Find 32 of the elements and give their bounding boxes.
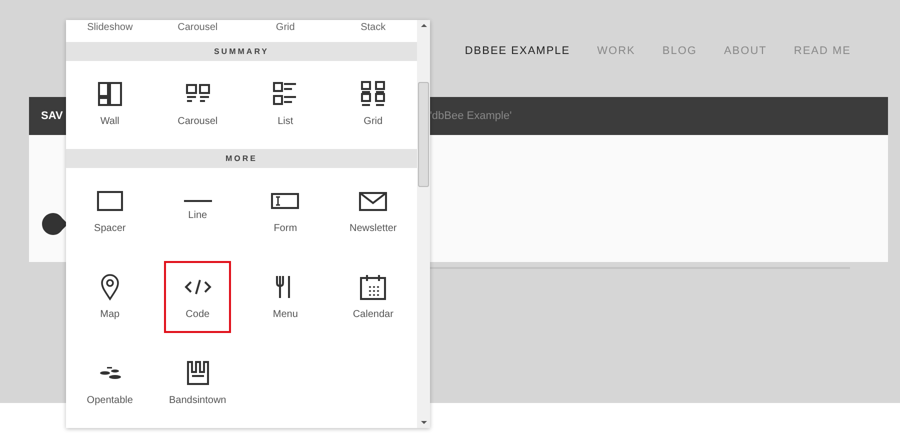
nav-link[interactable]: DBBEE EXAMPLE bbox=[464, 43, 570, 60]
scroll-thumb[interactable] bbox=[418, 82, 429, 186]
block-option[interactable]: Grid bbox=[340, 68, 407, 140]
block-label[interactable]: Slideshow bbox=[66, 21, 154, 34]
block-label[interactable]: Stack bbox=[329, 21, 417, 34]
block-option[interactable]: Bandsintown bbox=[164, 347, 232, 419]
calendar-icon bbox=[359, 272, 388, 300]
scroll-up-icon[interactable] bbox=[420, 24, 426, 27]
block-option[interactable]: Menu bbox=[252, 261, 319, 333]
block-option[interactable]: Carousel bbox=[164, 68, 232, 140]
grid-layout-icon bbox=[359, 80, 388, 108]
block-label[interactable]: Carousel bbox=[154, 21, 242, 34]
block-option[interactable]: Line bbox=[164, 175, 232, 247]
block-option[interactable]: List bbox=[252, 68, 319, 140]
block-label[interactable]: Grid bbox=[242, 21, 330, 34]
drop-marker-icon bbox=[42, 212, 68, 234]
section-header: MORE bbox=[66, 149, 417, 168]
block-option[interactable]: Calendar bbox=[340, 261, 407, 333]
scrollbar[interactable] bbox=[417, 20, 430, 428]
wall-layout-icon bbox=[96, 80, 124, 108]
block-option[interactable]: Newsletter bbox=[340, 175, 407, 247]
line-icon bbox=[184, 200, 212, 202]
block-option[interactable]: Code bbox=[164, 261, 232, 333]
block-option[interactable]: Map bbox=[76, 261, 144, 333]
save-button[interactable]: SAV bbox=[41, 108, 63, 124]
block-option[interactable]: Wall bbox=[76, 68, 144, 140]
block-option[interactable]: Form bbox=[252, 175, 319, 247]
page-title: 'dbBee Example' bbox=[430, 108, 512, 124]
block-option[interactable]: Opentable bbox=[76, 347, 144, 419]
section-header: SUMMARY bbox=[66, 42, 417, 61]
scroll-down-icon[interactable] bbox=[420, 421, 426, 424]
block-option[interactable]: Spacer bbox=[76, 175, 144, 247]
